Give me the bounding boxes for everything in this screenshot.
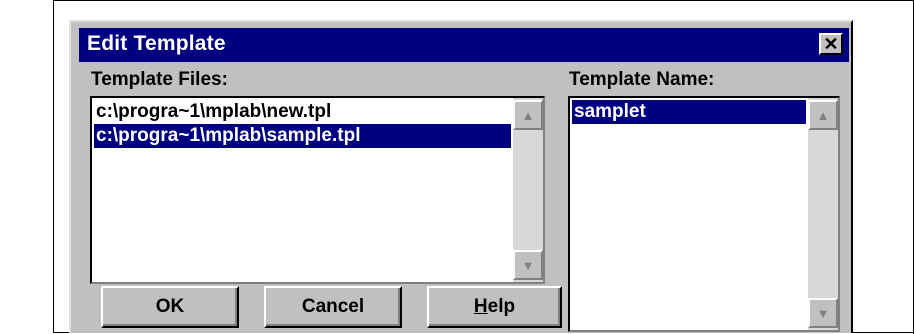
dialog-title: Edit Template <box>87 32 226 55</box>
template-name-scrollbar[interactable]: ▲ ▼ <box>808 98 838 330</box>
ok-button-label: OK <box>155 296 185 317</box>
help-button[interactable]: Help <box>427 286 562 328</box>
list-item[interactable]: c:\progra~1\mplab\new.tpl <box>94 100 511 124</box>
template-files-listbox[interactable]: c:\progra~1\mplab\new.tpl c:\progra~1\mp… <box>90 96 545 284</box>
cancel-button[interactable]: Cancel <box>264 286 402 328</box>
edit-template-dialog: Edit Template ✕ Template Files: Template… <box>69 20 853 333</box>
close-button[interactable]: ✕ <box>819 33 843 55</box>
scroll-up-button[interactable]: ▲ <box>513 100 543 130</box>
scroll-down-button[interactable]: ▼ <box>513 250 543 280</box>
template-files-scrollbar[interactable]: ▲ ▼ <box>513 98 543 282</box>
close-icon: ✕ <box>823 34 839 54</box>
ok-button[interactable]: OK <box>101 286 239 328</box>
template-name-label: Template Name: <box>569 69 715 90</box>
arrow-up-icon: ▲ <box>521 107 535 123</box>
scroll-down-button[interactable]: ▼ <box>808 298 838 328</box>
template-files-label: Template Files: <box>91 69 228 90</box>
arrow-down-icon: ▼ <box>521 257 535 273</box>
template-name-listbox[interactable]: samplet ▲ ▼ <box>568 96 840 332</box>
list-item-selected[interactable]: samplet <box>572 100 806 124</box>
arrow-down-icon: ▼ <box>816 305 830 321</box>
title-bar[interactable]: Edit Template ✕ <box>79 28 849 62</box>
list-item-selected[interactable]: c:\progra~1\mplab\sample.tpl <box>94 124 511 148</box>
cancel-button-label: Cancel <box>301 296 365 317</box>
scroll-up-button[interactable]: ▲ <box>808 100 838 130</box>
arrow-up-icon: ▲ <box>816 107 830 123</box>
help-button-label: Help <box>473 296 516 317</box>
